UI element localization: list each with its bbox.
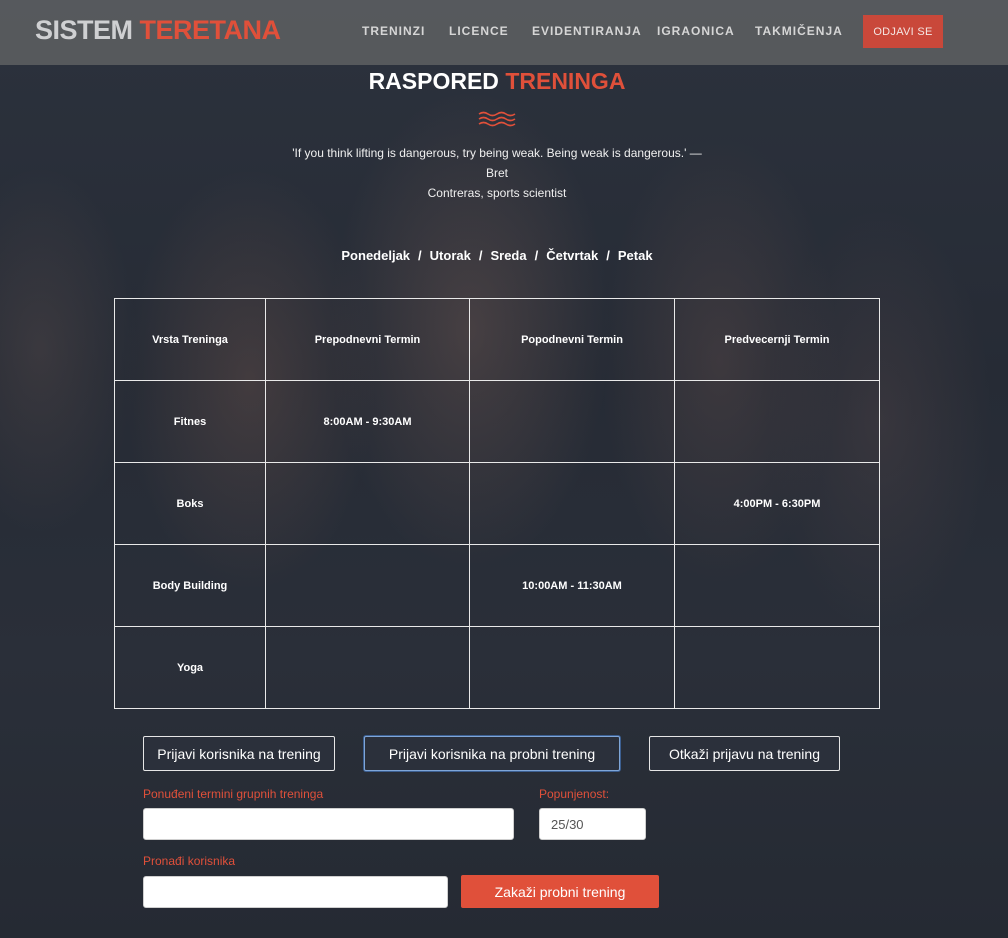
table-cell[interactable]: [469, 462, 675, 545]
top-navbar: SISTEM TERETANA TRENINZI LICENCE EVIDENT…: [0, 0, 1008, 65]
table-cell[interactable]: [265, 544, 470, 627]
nav-evidentiranja[interactable]: EVIDENTIRANJA: [532, 24, 642, 38]
table-row: Body Building 10:00AM - 11:30AM: [114, 544, 880, 627]
quote-line1: 'If you think lifting is dangerous, try …: [292, 146, 702, 180]
page-title: RASPORED TRENINGA: [0, 68, 994, 95]
table-cell: Body Building: [114, 544, 266, 627]
table-cell[interactable]: 10:00AM - 11:30AM: [469, 544, 675, 627]
day-utorak[interactable]: Utorak: [430, 248, 471, 263]
brand-part1: SISTEM: [35, 15, 133, 45]
table-cell[interactable]: 4:00PM - 6:30PM: [674, 462, 880, 545]
enroll-user-button[interactable]: Prijavi korisnika na trening: [143, 736, 335, 771]
table-row: Yoga: [114, 626, 880, 709]
brand-logo[interactable]: SISTEM TERETANA: [35, 15, 281, 46]
table-cell: Fitnes: [114, 380, 266, 463]
nav-licence[interactable]: LICENCE: [449, 24, 509, 38]
day-separator: /: [534, 248, 539, 263]
schedule-table: Vrsta Treninga Prepodnevni Termin Popodn…: [114, 298, 880, 709]
day-petak[interactable]: Petak: [618, 248, 653, 263]
table-cell: Boks: [114, 462, 266, 545]
enroll-trial-button[interactable]: Prijavi korisnika na probni trening: [364, 736, 620, 771]
table-cell[interactable]: [674, 544, 880, 627]
table-row: Boks 4:00PM - 6:30PM: [114, 462, 880, 545]
day-ponedeljak[interactable]: Ponedeljak: [341, 248, 410, 263]
day-separator: /: [478, 248, 483, 263]
header-cell: Popodnevni Termin: [469, 298, 675, 381]
quote-line2: Contreras, sports scientist: [427, 186, 567, 200]
nav-treninzi[interactable]: TRENINZI: [362, 24, 425, 38]
group-terms-field[interactable]: [143, 808, 514, 840]
find-user-field[interactable]: [143, 876, 448, 908]
day-cetvrtak[interactable]: Četvrtak: [546, 248, 598, 263]
header-cell: Predvecernji Termin: [674, 298, 880, 381]
logout-button[interactable]: ODJAVI SE: [863, 15, 943, 48]
schedule-trial-button[interactable]: Zakaži probni trening: [461, 875, 659, 908]
find-user-label: Pronađi korisnika: [143, 854, 236, 868]
occupancy-label: Popunjenost:: [539, 787, 610, 801]
title-part1: RASPORED: [368, 68, 499, 94]
wave-divider-icon: [478, 111, 516, 127]
day-separator: /: [418, 248, 422, 263]
header-cell: Vrsta Treninga: [114, 298, 266, 381]
nav-igraonica[interactable]: IGRAONICA: [657, 24, 735, 38]
day-selector: Ponedeljak / Utorak / Sreda / Četvrtak / Petak: [0, 248, 994, 263]
table-cell[interactable]: [674, 626, 880, 709]
title-part2: TRENINGA: [505, 68, 626, 94]
day-sreda[interactable]: Sreda: [490, 248, 526, 263]
table-cell[interactable]: [674, 380, 880, 463]
occupancy-field[interactable]: 25/30: [539, 808, 646, 840]
table-cell[interactable]: [265, 626, 470, 709]
table-cell[interactable]: [469, 380, 675, 463]
group-terms-label: Ponuđeni termini grupnih treninga: [143, 787, 324, 801]
brand-part2: TERETANA: [139, 15, 282, 45]
cancel-enrollment-button[interactable]: Otkaži prijavu na trening: [649, 736, 840, 771]
table-row: Fitnes 8:00AM - 9:30AM: [114, 380, 880, 463]
quote: 'If you think lifting is dangerous, try …: [280, 143, 714, 203]
day-separator: /: [606, 248, 610, 263]
table-cell: Yoga: [114, 626, 266, 709]
nav-takmicenja[interactable]: TAKMIČENJA: [755, 24, 843, 38]
table-cell[interactable]: 8:00AM - 9:30AM: [265, 380, 470, 463]
header-cell: Prepodnevni Termin: [265, 298, 470, 381]
table-cell[interactable]: [469, 626, 675, 709]
table-header-row: Vrsta Treninga Prepodnevni Termin Popodn…: [114, 298, 880, 381]
table-cell[interactable]: [265, 462, 470, 545]
